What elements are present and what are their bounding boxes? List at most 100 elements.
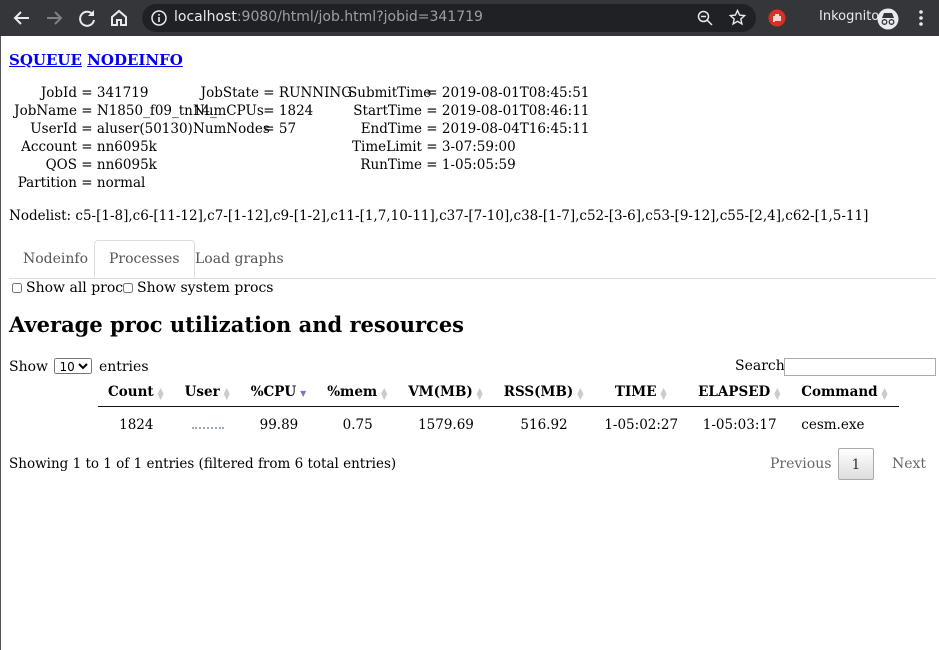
cell-count: 1824 xyxy=(119,417,154,433)
squeue-link[interactable]: SQUEUE xyxy=(9,51,82,69)
col-header-vm[interactable]: VM(MB) ▲ ▼ xyxy=(398,382,494,407)
header-label: User xyxy=(184,384,220,400)
show-system-procs[interactable]: Show system procs xyxy=(123,280,274,296)
col-header-time[interactable]: TIME ▲ ▼ xyxy=(594,382,689,407)
show-all-procs[interactable]: Show all procs xyxy=(12,280,130,296)
tab-nodeinfo[interactable]: Nodeinfo xyxy=(9,240,102,278)
info-value: nn6095k xyxy=(96,157,157,173)
job-info-row: NumCPUs = 1824 xyxy=(193,103,314,119)
pagination-next[interactable]: Next xyxy=(892,448,926,480)
show-system-procs-checkbox[interactable] xyxy=(123,283,133,293)
cell-user xyxy=(175,407,241,436)
job-info-row: RunTime = 1-05:05:59 xyxy=(348,156,589,174)
tab-processes[interactable]: Processes xyxy=(94,240,195,278)
address-bar[interactable]: localhost:9080/html/job.html?jobid=34171… xyxy=(142,4,756,32)
show-all-procs-checkbox[interactable] xyxy=(12,283,22,293)
search-input[interactable] xyxy=(784,358,936,376)
info-key: UserId xyxy=(30,121,77,137)
header-label: %CPU xyxy=(250,384,297,400)
extension-hand-icon[interactable] xyxy=(768,9,786,27)
job-info-row: SubmitTime = 2019-08-01T08:45:51 xyxy=(348,85,590,101)
info-key: JobName xyxy=(14,103,77,119)
info-key: NumNodes xyxy=(193,121,270,137)
entries-label: entries xyxy=(98,359,149,375)
info-key: JobId xyxy=(40,85,77,101)
table-info: Showing 1 to 1 of 1 entries (filtered fr… xyxy=(9,456,397,472)
col-header-elapsed[interactable]: ELAPSED ▲ ▼ xyxy=(688,382,792,407)
zoom-icon[interactable] xyxy=(697,10,713,26)
job-info-row: TimeLimit = 3-07:59:00 xyxy=(348,138,589,156)
tab-bar: Nodeinfo Processes Load graphs xyxy=(9,240,936,279)
job-info-row: QOS = nn6095k xyxy=(11,156,217,174)
cell-mem: 0.75 xyxy=(342,417,373,433)
search-label: Search: xyxy=(735,358,790,374)
menu-dots-icon[interactable] xyxy=(913,9,929,27)
checkbox-label: Show all procs xyxy=(26,280,131,296)
reload-icon[interactable] xyxy=(75,6,99,30)
cell-command: cesm.exe xyxy=(801,417,865,433)
header-label: VM(MB) xyxy=(408,384,473,400)
tab-load-graphs[interactable]: Load graphs xyxy=(181,240,298,278)
pagination-previous[interactable]: Previous xyxy=(770,448,831,480)
job-info-row: JobId = 341719 xyxy=(11,84,217,102)
bookmark-star-icon[interactable] xyxy=(729,9,746,26)
sort-icon: ▲ ▼ xyxy=(774,384,781,401)
forward-arrow-icon[interactable] xyxy=(42,6,66,30)
url-path: :9080/html/job.html?jobid=341719 xyxy=(236,9,483,25)
sort-icon: ▲ ▼ xyxy=(881,384,888,401)
entries-select[interactable]: 10 xyxy=(54,358,93,374)
info-key: NumCPUs xyxy=(193,103,264,119)
entries-length-control: Show 10 entries xyxy=(9,358,149,375)
info-value: 3-07:59:00 xyxy=(441,139,516,155)
info-key: TimeLimit xyxy=(352,139,422,155)
pagination-page-1[interactable]: 1 xyxy=(838,448,874,480)
info-key: SubmitTime xyxy=(348,85,432,101)
info-key: QOS xyxy=(45,157,77,173)
header-label: Command xyxy=(801,384,878,400)
col-header-mem[interactable]: %mem ▲ ▼ xyxy=(317,382,399,407)
home-icon[interactable] xyxy=(107,6,131,30)
col-header-command[interactable]: Command ▲ ▼ xyxy=(791,382,899,407)
url-text: localhost:9080/html/job.html?jobid=34171… xyxy=(174,9,483,25)
cell-elapsed: 1-05:03:17 xyxy=(702,417,777,433)
job-info-col1: JobId = 341719 JobName = N1850_f09_tn14_… xyxy=(11,84,217,192)
show-label: Show xyxy=(9,359,49,375)
job-info-row: StartTime = 2019-08-01T08:46:11 xyxy=(348,102,589,120)
job-info-col3: SubmitTime = 2019-08-01T08:45:51 StartTi… xyxy=(348,84,589,174)
info-value: 2019-08-01T08:46:11 xyxy=(441,103,590,119)
job-info-row: Partition = normal xyxy=(11,174,217,192)
table-header-row: Count ▲ ▼ User ▲ ▼ %CPU ▼ %mem ▲ ▼ VM(MB) ▲ ▼ RSS… xyxy=(98,382,899,407)
header-label: RSS(MB) xyxy=(503,384,574,400)
section-title: Average proc utilization and resources xyxy=(9,312,465,337)
info-key: RunTime xyxy=(360,157,422,173)
sort-icon: ▲ ▼ xyxy=(381,384,388,401)
job-info-row: EndTime = 2019-08-04T16:45:11 xyxy=(348,120,590,138)
info-icon[interactable] xyxy=(151,10,167,26)
col-header-count[interactable]: Count ▲ ▼ xyxy=(98,382,175,407)
info-value: aluser(50130) xyxy=(96,121,193,137)
nodeinfo-link[interactable]: NODEINFO xyxy=(87,51,183,69)
info-key: StartTime xyxy=(353,103,422,119)
cell-vm: 1579.69 xyxy=(418,417,474,433)
browser-toolbar: localhost:9080/html/job.html?jobid=34171… xyxy=(0,0,939,36)
header-label: ELAPSED xyxy=(698,384,771,400)
col-header-rss[interactable]: RSS(MB) ▲ ▼ xyxy=(493,382,595,407)
table-row: 1824 99.89 0.75 1579.69 516.92 1-05:02:2… xyxy=(98,407,899,436)
info-value: 341719 xyxy=(96,85,149,101)
info-value: normal xyxy=(96,175,146,191)
col-header-user[interactable]: User ▲ ▼ xyxy=(174,382,241,407)
sort-icon: ▲ ▼ xyxy=(157,384,164,401)
col-header-cpu[interactable]: %CPU ▼ xyxy=(240,382,318,407)
sort-icon: ▲ ▼ xyxy=(476,384,483,401)
job-info-row: UserId = aluser(50130) xyxy=(11,120,217,138)
page-content: SQUEUE NODEINFO JobId = 341719 JobName =… xyxy=(0,36,939,650)
job-info-row: NumNodes = 57 xyxy=(193,121,297,137)
incognito-icon[interactable] xyxy=(877,8,899,30)
info-key: JobState xyxy=(200,85,259,101)
info-key: Account xyxy=(21,139,77,155)
back-arrow-icon[interactable] xyxy=(10,6,34,30)
incognito-label: Inkognito xyxy=(819,9,880,24)
sort-icon: ▲ ▼ xyxy=(660,384,667,401)
search-control: Search: xyxy=(735,358,936,376)
header-label: TIME xyxy=(614,384,657,400)
